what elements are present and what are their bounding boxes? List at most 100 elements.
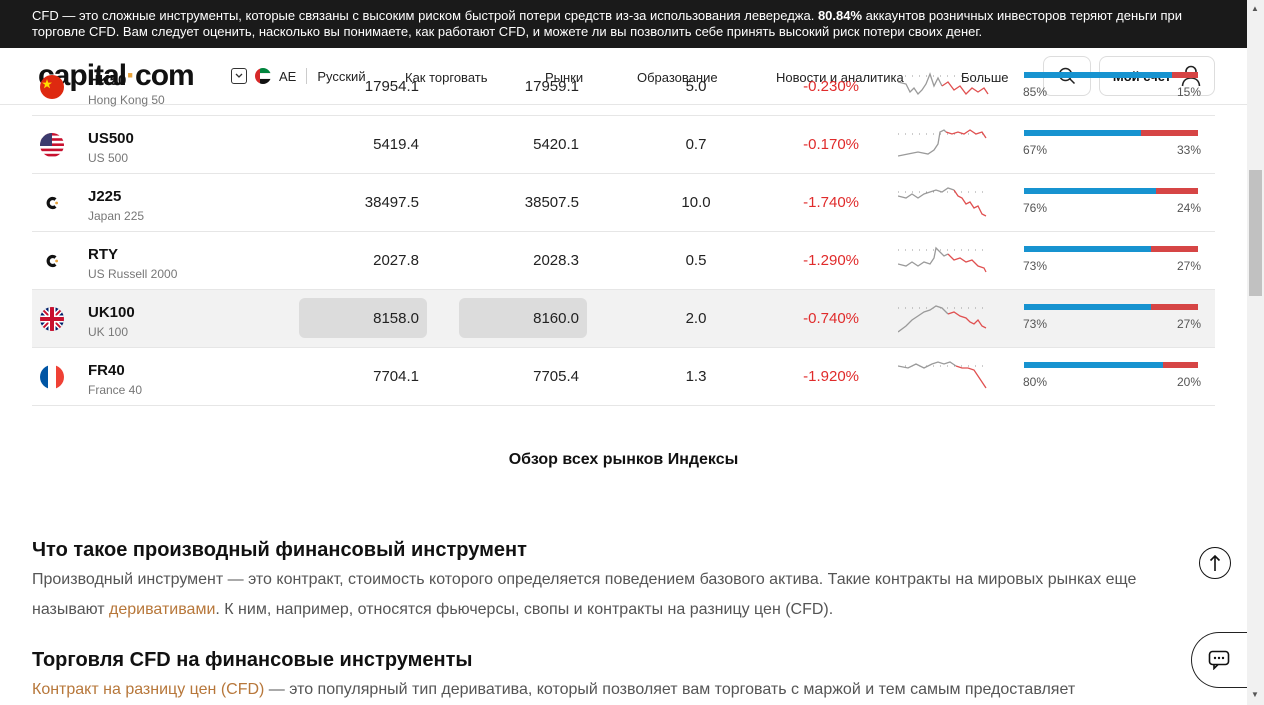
sentiment-bar: [1024, 130, 1198, 136]
overview-all-indices-link[interactable]: Обзор всех рынков Индексы: [0, 451, 1247, 469]
market-symbol[interactable]: US500: [88, 130, 134, 147]
capital-logo-icon: [40, 249, 64, 273]
spread-value: 10.0: [681, 194, 711, 211]
market-row[interactable]: RTY US Russell 2000 2027.8 2028.3 0.5 -1.290%…: [32, 232, 1215, 290]
change-percent: -1.740%: [803, 194, 859, 211]
market-row[interactable]: HK50 Hong Kong 50 17954.1 17959.1 5.0 -0.230%…: [32, 58, 1215, 116]
sentiment-bar: [1024, 304, 1198, 310]
spread-value: 5.0: [685, 78, 707, 95]
sellers-percent: 24%: [1177, 201, 1202, 215]
market-name: Japan 225: [88, 209, 145, 223]
buy-price[interactable]: 5420.1: [533, 136, 579, 153]
section-text-cfd: Контракт на разницу цен (CFD) — это попу…: [32, 675, 1212, 705]
change-percent: -1.920%: [803, 368, 859, 385]
buyers-fill: [1024, 72, 1172, 78]
sellers-fill: [1163, 362, 1198, 368]
uk-flag-icon: [40, 307, 64, 331]
market-symbol[interactable]: J225: [88, 188, 121, 205]
usa-flag-icon: [40, 133, 64, 157]
scrollbar-thumb[interactable]: [1249, 170, 1262, 296]
change-percent: -0.740%: [803, 310, 859, 327]
section-title-cfd-trading: Торговля CFD на финансовые инструменты: [32, 649, 473, 671]
sellers-fill: [1151, 246, 1198, 252]
buy-price[interactable]: 17959.1: [525, 78, 579, 95]
buyers-fill: [1024, 246, 1152, 252]
price-sparkline: [898, 72, 989, 96]
buyers-fill: [1024, 304, 1152, 310]
buyers-percent: 85%: [1023, 85, 1048, 99]
chat-button[interactable]: [1191, 632, 1255, 688]
text-segment: . К ним, например, относятся фьючерсы, с…: [215, 601, 834, 618]
derivatives-link[interactable]: деривативами: [109, 601, 215, 618]
scroll-down-arrow-icon[interactable]: ▼: [1251, 690, 1259, 699]
risk-warning-banner: CFD — это сложные инструменты, которые с…: [0, 0, 1247, 48]
sentiment-bar: [1024, 246, 1198, 252]
buyers-percent: 73%: [1023, 317, 1048, 331]
buyers-percent: 76%: [1023, 201, 1048, 215]
market-row[interactable]: FR40 France 40 7704.1 7705.4 1.3 -1.920% 80% 20…: [32, 348, 1215, 406]
sellers-percent: 27%: [1177, 317, 1202, 331]
chat-icon: [1208, 650, 1230, 670]
change-percent: -0.230%: [803, 78, 859, 95]
sell-price[interactable]: 8158.0: [373, 310, 419, 327]
spread-value: 1.3: [685, 368, 707, 385]
risk-text-a: CFD — это сложные инструменты, которые с…: [32, 8, 818, 23]
sellers-percent: 15%: [1177, 85, 1202, 99]
scroll-to-top-button[interactable]: [1199, 547, 1231, 579]
risk-percent: 80.84%: [817, 8, 863, 23]
buy-price[interactable]: 2028.3: [533, 252, 579, 269]
market-name: France 40: [88, 383, 143, 397]
sellers-fill: [1171, 72, 1198, 78]
china-flag-icon: [40, 75, 64, 99]
buyers-fill: [1024, 188, 1157, 194]
market-symbol[interactable]: UK100: [88, 304, 135, 321]
sell-price[interactable]: 17954.1: [365, 78, 419, 95]
price-sparkline: [898, 246, 988, 273]
sell-price[interactable]: 38497.5: [365, 194, 419, 211]
market-symbol[interactable]: HK50: [88, 72, 126, 89]
buyers-percent: 67%: [1023, 143, 1048, 157]
section-title-derivative: Что такое производный финансовый инструм…: [32, 539, 527, 561]
text-segment: — это популярный тип дериватива, который…: [264, 681, 1076, 698]
market-symbol[interactable]: RTY: [88, 246, 118, 263]
spread-value: 2.0: [685, 310, 707, 327]
sellers-percent: 20%: [1177, 375, 1202, 389]
price-sparkline: [898, 129, 988, 157]
france-flag-icon: [40, 365, 64, 389]
sentiment-bar: [1024, 362, 1198, 368]
buyers-fill: [1024, 130, 1141, 136]
market-row[interactable]: US500 US 500 5419.4 5420.1 0.7 -0.170% 67% 33%: [32, 116, 1215, 174]
arrow-up-icon: [1209, 554, 1221, 571]
price-sparkline: [898, 305, 988, 333]
page-scrollbar[interactable]: ▲ ▼: [1247, 0, 1264, 705]
buy-price[interactable]: 7705.4: [533, 368, 579, 385]
sellers-percent: 27%: [1177, 259, 1202, 273]
sell-price[interactable]: 2027.8: [373, 252, 419, 269]
sell-price[interactable]: 7704.1: [373, 368, 419, 385]
market-name: US 500: [88, 151, 129, 165]
sentiment-bar: [1024, 72, 1198, 78]
market-name: US Russell 2000: [88, 267, 178, 281]
spread-value: 0.7: [685, 136, 707, 153]
sellers-fill: [1140, 130, 1198, 136]
buyers-fill: [1024, 362, 1164, 368]
price-sparkline: [898, 187, 988, 217]
price-sparkline: [898, 361, 988, 389]
section-text-derivative: Производный инструмент — это контракт, с…: [32, 565, 1212, 625]
market-symbol[interactable]: FR40: [88, 362, 125, 379]
buyers-percent: 73%: [1023, 259, 1048, 273]
sentiment-bar: [1024, 188, 1198, 194]
sellers-fill: [1151, 304, 1198, 310]
cfd-link[interactable]: Контракт на разницу цен (CFD): [32, 681, 264, 698]
market-row[interactable]: J225 Japan 225 38497.5 38507.5 10.0 -1.740% 76…: [32, 174, 1215, 232]
sellers-percent: 33%: [1177, 143, 1202, 157]
market-name: UK 100: [88, 325, 129, 339]
buy-price[interactable]: 38507.5: [525, 194, 579, 211]
scroll-up-arrow-icon[interactable]: ▲: [1251, 4, 1259, 13]
market-row[interactable]: UK100 UK 100 8158.0 8160.0 2.0 -0.740% 73% 27%: [32, 290, 1215, 348]
markets-table: HK50 Hong Kong 50 17954.1 17959.1 5.0 -0.230%…: [32, 72, 1215, 406]
buyers-percent: 80%: [1023, 375, 1048, 389]
buy-price[interactable]: 8160.0: [533, 310, 579, 327]
sell-price[interactable]: 5419.4: [373, 136, 419, 153]
spread-value: 0.5: [685, 252, 707, 269]
